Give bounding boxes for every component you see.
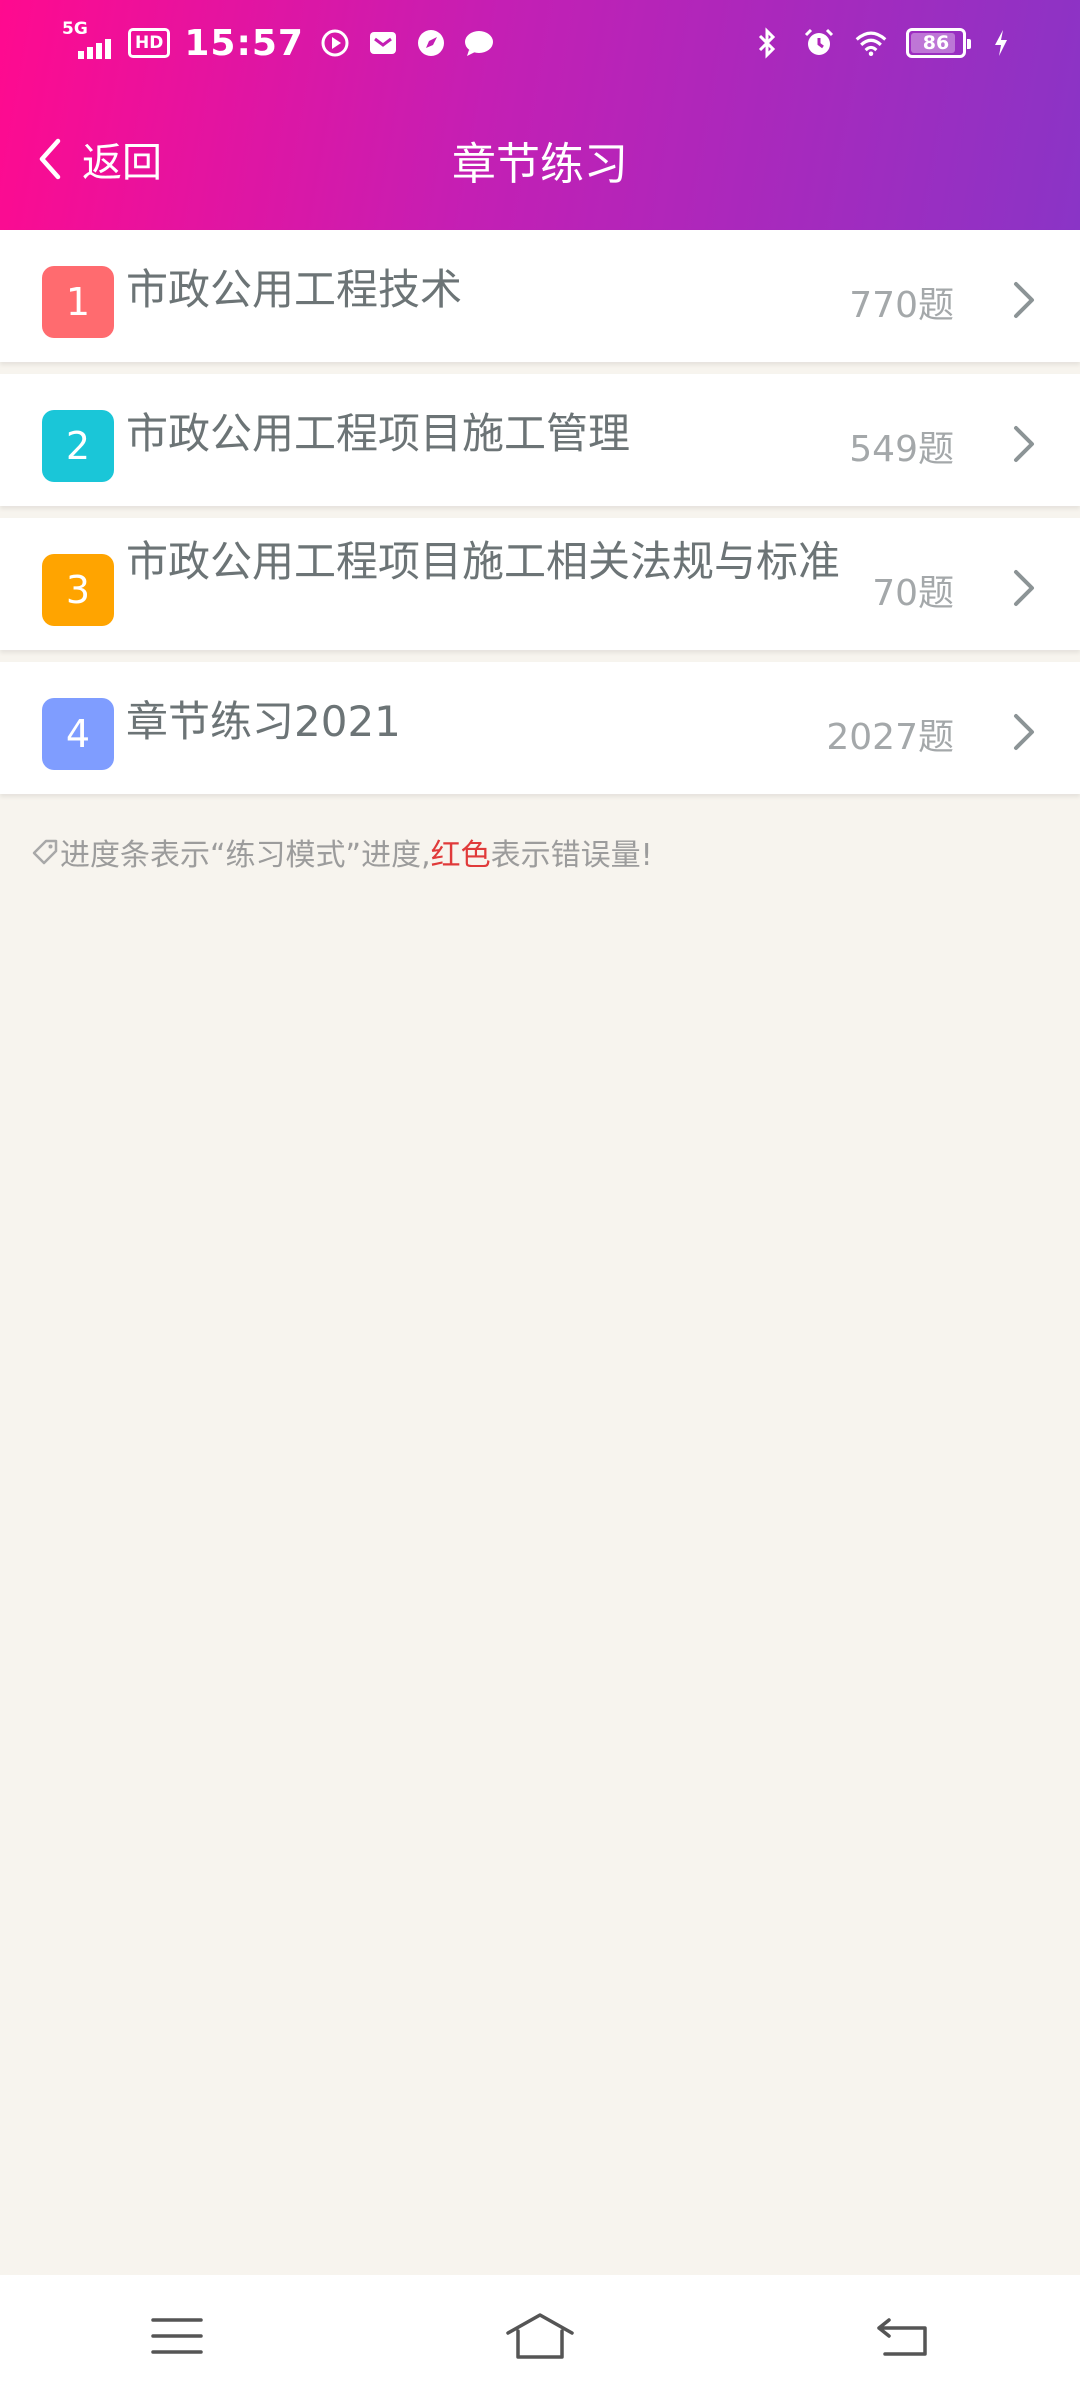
mail-icon xyxy=(366,26,400,60)
chapter-title: 市政公用工程技术 xyxy=(126,265,463,314)
chevron-right-icon xyxy=(1014,570,1034,606)
battery-icon: 86 xyxy=(906,28,971,58)
bluetooth-icon xyxy=(750,26,784,60)
chapter-number-badge: 2 xyxy=(42,410,114,482)
network-type: 5G xyxy=(62,19,88,39)
chevron-right-icon xyxy=(1014,282,1034,318)
chapter-title: 市政公用工程项目施工管理 xyxy=(126,409,631,458)
chapter-item-4[interactable]: 4 章节练习2021 2027题 xyxy=(0,662,1080,794)
page-title: 章节练习 xyxy=(452,139,628,190)
home-button[interactable] xyxy=(504,2311,576,2365)
hd-icon: HD xyxy=(128,28,171,58)
chapter-number-badge: 4 xyxy=(42,698,114,770)
chapter-title: 章节练习2021 xyxy=(126,697,401,746)
compass-icon xyxy=(414,26,448,60)
chapter-item-1[interactable]: 1 市政公用工程技术 770题 xyxy=(0,230,1080,362)
alarm-icon xyxy=(802,26,836,60)
battery-level: 86 xyxy=(922,32,950,54)
menu-button[interactable] xyxy=(149,2314,205,2362)
tip-text: 进度条表示“练习模式”进度, xyxy=(60,838,431,873)
status-time: 15:57 xyxy=(184,22,304,64)
status-bar: 5G HD 15:57 86 xyxy=(0,0,1080,86)
chapter-number-badge: 3 xyxy=(42,554,114,626)
home-icon xyxy=(506,2312,574,2359)
menu-icon xyxy=(151,2317,204,2354)
nav-bar: 返回 章节练习 xyxy=(0,100,1080,210)
progress-tip: 进度条表示“练习模式”进度, 红色 表示错误量! xyxy=(30,830,653,874)
chevron-right-icon xyxy=(1014,426,1034,462)
tip-text-end: 表示错误量! xyxy=(490,838,653,873)
system-nav-bar xyxy=(0,2275,1080,2400)
chapter-item-3[interactable]: 3 市政公用工程项目施工相关法规与标准 70题 xyxy=(0,518,1080,650)
tag-icon xyxy=(32,839,58,865)
tip-red-text: 红色 xyxy=(430,838,491,873)
chapter-number-badge: 1 xyxy=(42,266,114,338)
back-arrow-icon xyxy=(876,2317,927,2356)
wifi-icon xyxy=(854,26,888,60)
play-icon xyxy=(318,26,352,60)
question-count: 549题 xyxy=(849,429,954,470)
chevron-right-icon xyxy=(1014,714,1034,750)
signal-icon: 5G xyxy=(62,19,114,63)
charging-icon xyxy=(984,26,1018,60)
chapter-item-2[interactable]: 2 市政公用工程项目施工管理 549题 xyxy=(0,374,1080,506)
question-count: 2027题 xyxy=(826,717,954,758)
question-count: 70题 xyxy=(872,573,954,614)
question-count: 770题 xyxy=(849,285,954,326)
app-header: 5G HD 15:57 86 返回 章节练习 xyxy=(0,0,1080,230)
chapter-title: 市政公用工程项目施工相关法规与标准 xyxy=(126,537,841,586)
back-system-button[interactable] xyxy=(875,2314,931,2362)
chat-icon xyxy=(462,26,496,60)
